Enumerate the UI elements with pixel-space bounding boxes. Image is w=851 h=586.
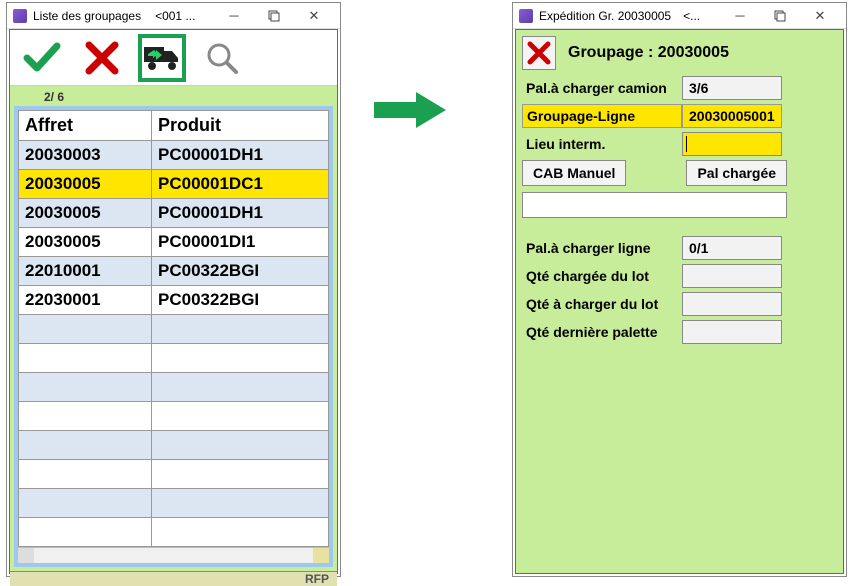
value-qte-a-charger bbox=[682, 292, 782, 316]
cell-affret[interactable]: 20030005 bbox=[19, 170, 152, 199]
grid[interactable]: Affret Produit 20030003PC00001DH12003000… bbox=[18, 110, 329, 547]
cell-affret[interactable]: 20030005 bbox=[19, 199, 152, 228]
close-window-button[interactable]: ✕ bbox=[294, 4, 334, 28]
left-window: Liste des groupages <001 ... ─ ✕ bbox=[6, 2, 341, 577]
cell-produit[interactable]: PC00322BGI bbox=[152, 286, 329, 315]
left-content: 2/ 6 Affret Produit 20030003PC00001DH120… bbox=[10, 86, 337, 571]
groupage-header: Groupage : 20030005 bbox=[568, 44, 729, 62]
col-header-affret[interactable]: Affret bbox=[19, 111, 152, 141]
label-qte-a-charger: Qté à charger du lot bbox=[522, 293, 682, 315]
maximize-button[interactable] bbox=[760, 4, 800, 28]
value-pal-ligne: 0/1 bbox=[682, 236, 782, 260]
cancel-button[interactable] bbox=[78, 34, 126, 82]
table-row[interactable] bbox=[19, 373, 329, 402]
label-qte-derniere: Qté dernière palette bbox=[522, 321, 682, 343]
value-qte-chargee bbox=[682, 264, 782, 288]
maximize-button[interactable] bbox=[254, 4, 294, 28]
right-titlebar: Expédition Gr. 20030005 <... ─ ✕ bbox=[513, 3, 846, 29]
table-row[interactable]: 20030005PC00001DI1 bbox=[19, 228, 329, 257]
right-body: Groupage : 20030005 Pal.à charger camion… bbox=[515, 29, 844, 574]
table-row[interactable]: 20030005PC00001DH1 bbox=[19, 199, 329, 228]
input-lieu-interm[interactable] bbox=[682, 132, 782, 156]
minimize-button[interactable]: ─ bbox=[720, 4, 760, 28]
cell-produit[interactable]: PC00001DI1 bbox=[152, 228, 329, 257]
cell-produit[interactable]: PC00001DH1 bbox=[152, 141, 329, 170]
check-icon bbox=[22, 38, 62, 78]
table-row[interactable]: 20030003PC00001DH1 bbox=[19, 141, 329, 170]
left-window-title: Liste des groupages bbox=[33, 9, 141, 23]
left-titlebar: Liste des groupages <001 ... ─ ✕ bbox=[7, 3, 340, 29]
pal-chargee-button[interactable]: Pal chargée bbox=[686, 160, 787, 186]
label-lieu-interm: Lieu interm. bbox=[522, 133, 682, 155]
label-qte-chargee: Qté chargée du lot bbox=[522, 265, 682, 287]
value-groupage-ligne: 20030005001 bbox=[682, 104, 782, 128]
status-text: RFP bbox=[305, 572, 329, 586]
cell-produit[interactable]: PC00001DH1 bbox=[152, 199, 329, 228]
app-icon bbox=[13, 9, 27, 23]
transition-arrow-icon bbox=[370, 90, 450, 130]
cell-affret[interactable]: 22030001 bbox=[19, 286, 152, 315]
label-groupage-ligne: Groupage-Ligne bbox=[522, 104, 682, 128]
table-row[interactable]: 22010001PC00322BGI bbox=[19, 257, 329, 286]
row-pal-camion: Pal.à charger camion 3/6 bbox=[522, 76, 837, 100]
table-row[interactable]: 22030001PC00322BGI bbox=[19, 286, 329, 315]
table-row[interactable] bbox=[19, 431, 329, 460]
x-icon bbox=[84, 40, 120, 76]
table-row[interactable] bbox=[19, 489, 329, 518]
truck-button[interactable] bbox=[138, 34, 186, 82]
left-window-title-extra: <001 ... bbox=[155, 9, 195, 23]
button-row: CAB Manuel Pal chargée bbox=[522, 160, 837, 186]
grid-table: Affret Produit 20030003PC00001DH12003000… bbox=[18, 110, 329, 547]
row-lieu-interm: Lieu interm. bbox=[522, 132, 837, 156]
x-icon bbox=[527, 41, 551, 65]
right-window-title: Expédition Gr. 20030005 bbox=[539, 9, 671, 23]
cell-produit[interactable]: PC00322BGI bbox=[152, 257, 329, 286]
close-form-button[interactable] bbox=[522, 36, 556, 70]
row-groupage-ligne: Groupage-Ligne 20030005001 bbox=[522, 104, 837, 128]
right-window: Expédition Gr. 20030005 <... ─ ✕ Groupag… bbox=[512, 2, 847, 577]
cab-manuel-button[interactable]: CAB Manuel bbox=[522, 160, 626, 186]
table-row[interactable] bbox=[19, 402, 329, 431]
cell-produit[interactable]: PC00001DC1 bbox=[152, 170, 329, 199]
close-window-button[interactable]: ✕ bbox=[800, 4, 840, 28]
left-body: 2/ 6 Affret Produit 20030003PC00001DH120… bbox=[9, 29, 338, 574]
table-row[interactable] bbox=[19, 460, 329, 489]
minimize-button[interactable]: ─ bbox=[214, 4, 254, 28]
right-header: Groupage : 20030005 bbox=[522, 36, 837, 70]
search-button[interactable] bbox=[198, 34, 246, 82]
right-window-title-extra: <... bbox=[683, 9, 700, 23]
statusbar: RFP bbox=[10, 571, 337, 586]
row-qte-derniere: Qté dernière palette bbox=[522, 320, 837, 344]
label-pal-ligne: Pal.à charger ligne bbox=[522, 237, 682, 259]
confirm-button[interactable] bbox=[18, 34, 66, 82]
row-qte-chargee: Qté chargée du lot bbox=[522, 264, 837, 288]
cell-affret[interactable]: 22010001 bbox=[19, 257, 152, 286]
value-qte-derniere bbox=[682, 320, 782, 344]
toolbar bbox=[10, 30, 337, 86]
table-row[interactable] bbox=[19, 518, 329, 547]
row-counter: 2/ 6 bbox=[14, 88, 333, 106]
horizontal-scrollbar[interactable] bbox=[18, 547, 329, 563]
table-row[interactable]: 20030005PC00001DC1 bbox=[19, 170, 329, 199]
truck-icon bbox=[142, 44, 182, 72]
table-row[interactable] bbox=[19, 344, 329, 373]
cell-affret[interactable]: 20030005 bbox=[19, 228, 152, 257]
barcode-input[interactable] bbox=[522, 192, 787, 218]
magnifier-icon bbox=[204, 40, 240, 76]
row-pal-ligne: Pal.à charger ligne 0/1 bbox=[522, 236, 837, 260]
app-icon bbox=[519, 9, 533, 23]
grid-wrap: Affret Produit 20030003PC00001DH12003000… bbox=[14, 106, 333, 567]
label-pal-camion: Pal.à charger camion bbox=[522, 77, 682, 99]
row-qte-a-charger: Qté à charger du lot bbox=[522, 292, 837, 316]
cell-affret[interactable]: 20030003 bbox=[19, 141, 152, 170]
col-header-produit[interactable]: Produit bbox=[152, 111, 329, 141]
table-row[interactable] bbox=[19, 315, 329, 344]
value-pal-camion: 3/6 bbox=[682, 76, 782, 100]
